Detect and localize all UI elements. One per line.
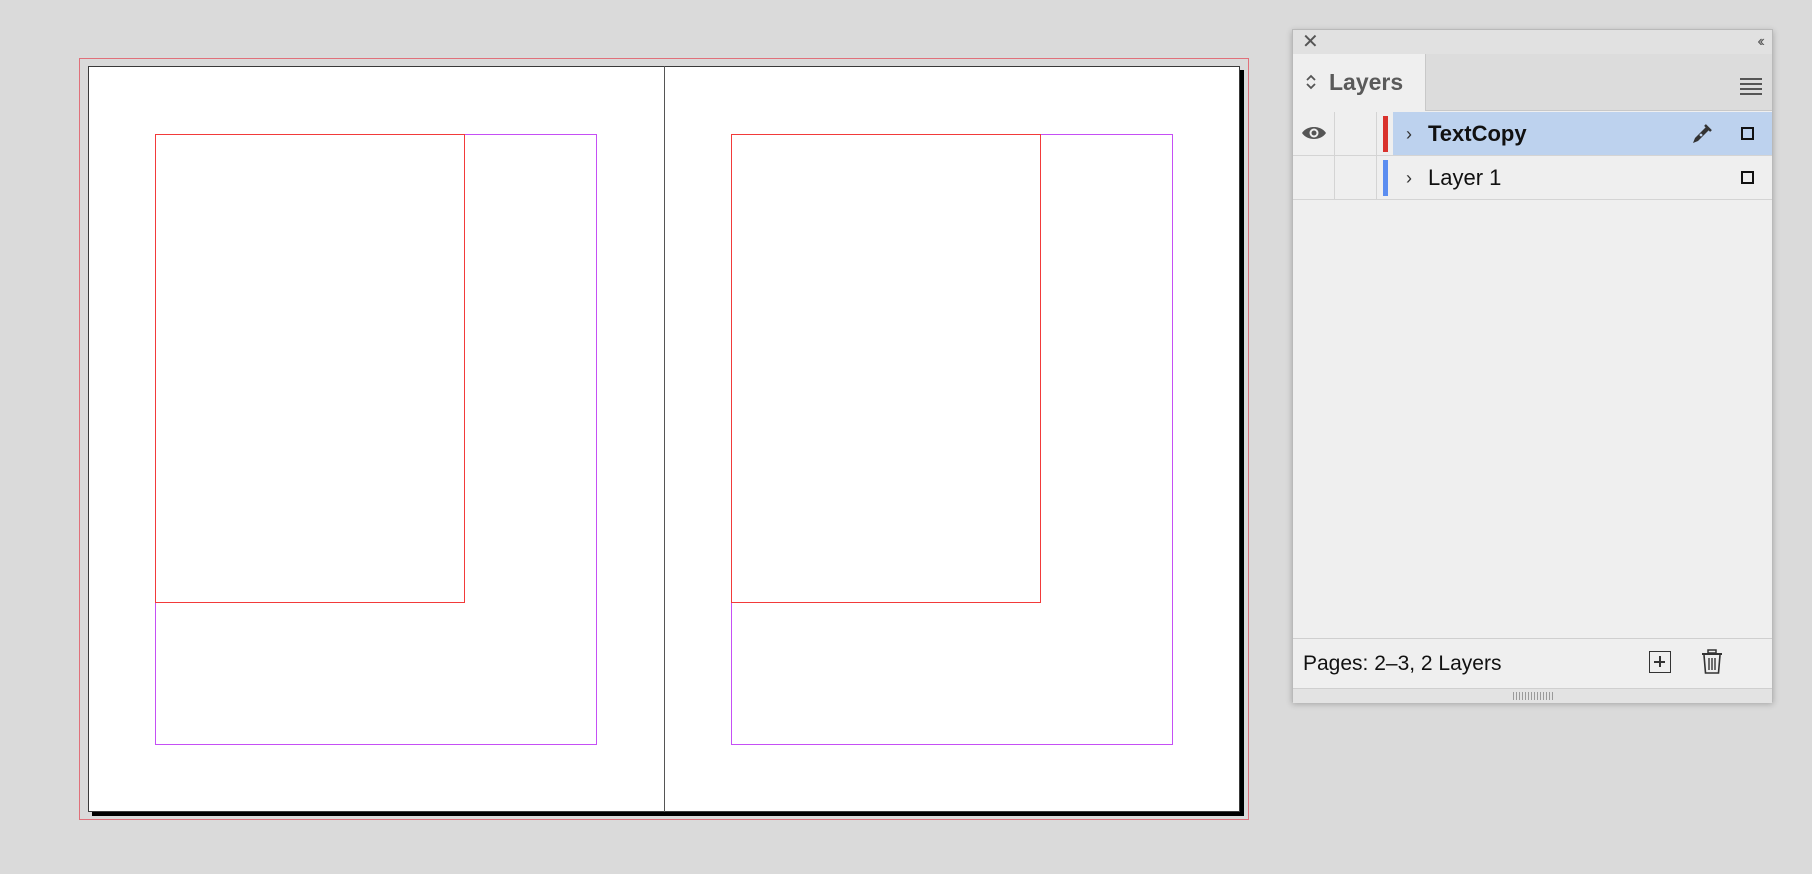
panel-tab-bar: Layers [1293, 54, 1772, 111]
layer-name-cell[interactable]: › Layer 1 [1393, 156, 1772, 199]
panel-menu-icon[interactable] [1740, 78, 1762, 95]
new-layer-icon[interactable] [1649, 651, 1671, 673]
layer-target-icon[interactable] [1741, 127, 1754, 140]
layer-row-layer-1[interactable]: › Layer 1 [1293, 156, 1772, 200]
layer-name-cell[interactable]: › TextCopy [1393, 112, 1772, 155]
updown-arrows-icon [1306, 74, 1316, 90]
left-page-text-frame[interactable] [155, 134, 465, 603]
resize-grip[interactable] [1513, 692, 1553, 700]
layers-panel: ✕ ‹‹ Layers › TextCopy › Layer 1 Pages: … [1292, 29, 1773, 703]
close-icon[interactable]: ✕ [1302, 32, 1319, 52]
eye-icon [1302, 127, 1326, 139]
layer-name: Layer 1 [1428, 165, 1502, 190]
lock-toggle[interactable] [1335, 112, 1377, 155]
visibility-toggle[interactable] [1293, 112, 1335, 155]
panel-footer: Pages: 2–3, 2 Layers [1293, 638, 1772, 689]
tab-layers[interactable]: Layers [1293, 54, 1426, 111]
lock-toggle[interactable] [1335, 156, 1377, 199]
status-text: Pages: 2–3, 2 Layers [1303, 652, 1502, 675]
layer-color-swatch [1383, 116, 1388, 152]
collapse-icon[interactable]: ‹‹ [1757, 33, 1764, 51]
visibility-toggle[interactable] [1293, 156, 1335, 199]
layer-name: TextCopy [1428, 121, 1527, 146]
chevron-right-icon[interactable]: › [1406, 169, 1412, 187]
panel-resize-bar [1293, 688, 1772, 703]
trash-icon[interactable] [1701, 649, 1723, 675]
spine-divider [664, 66, 665, 812]
panel-title-bar[interactable]: ✕ ‹‹ [1293, 30, 1772, 55]
tab-label: Layers [1329, 69, 1404, 95]
chevron-right-icon[interactable]: › [1406, 125, 1412, 143]
layer-list: › TextCopy › Layer 1 [1293, 112, 1772, 200]
pen-icon [1693, 124, 1712, 143]
layer-row-textcopy[interactable]: › TextCopy [1293, 112, 1772, 156]
right-page-text-frame[interactable] [731, 134, 1041, 603]
layer-target-icon[interactable] [1741, 171, 1754, 184]
layer-color-swatch [1383, 160, 1388, 196]
